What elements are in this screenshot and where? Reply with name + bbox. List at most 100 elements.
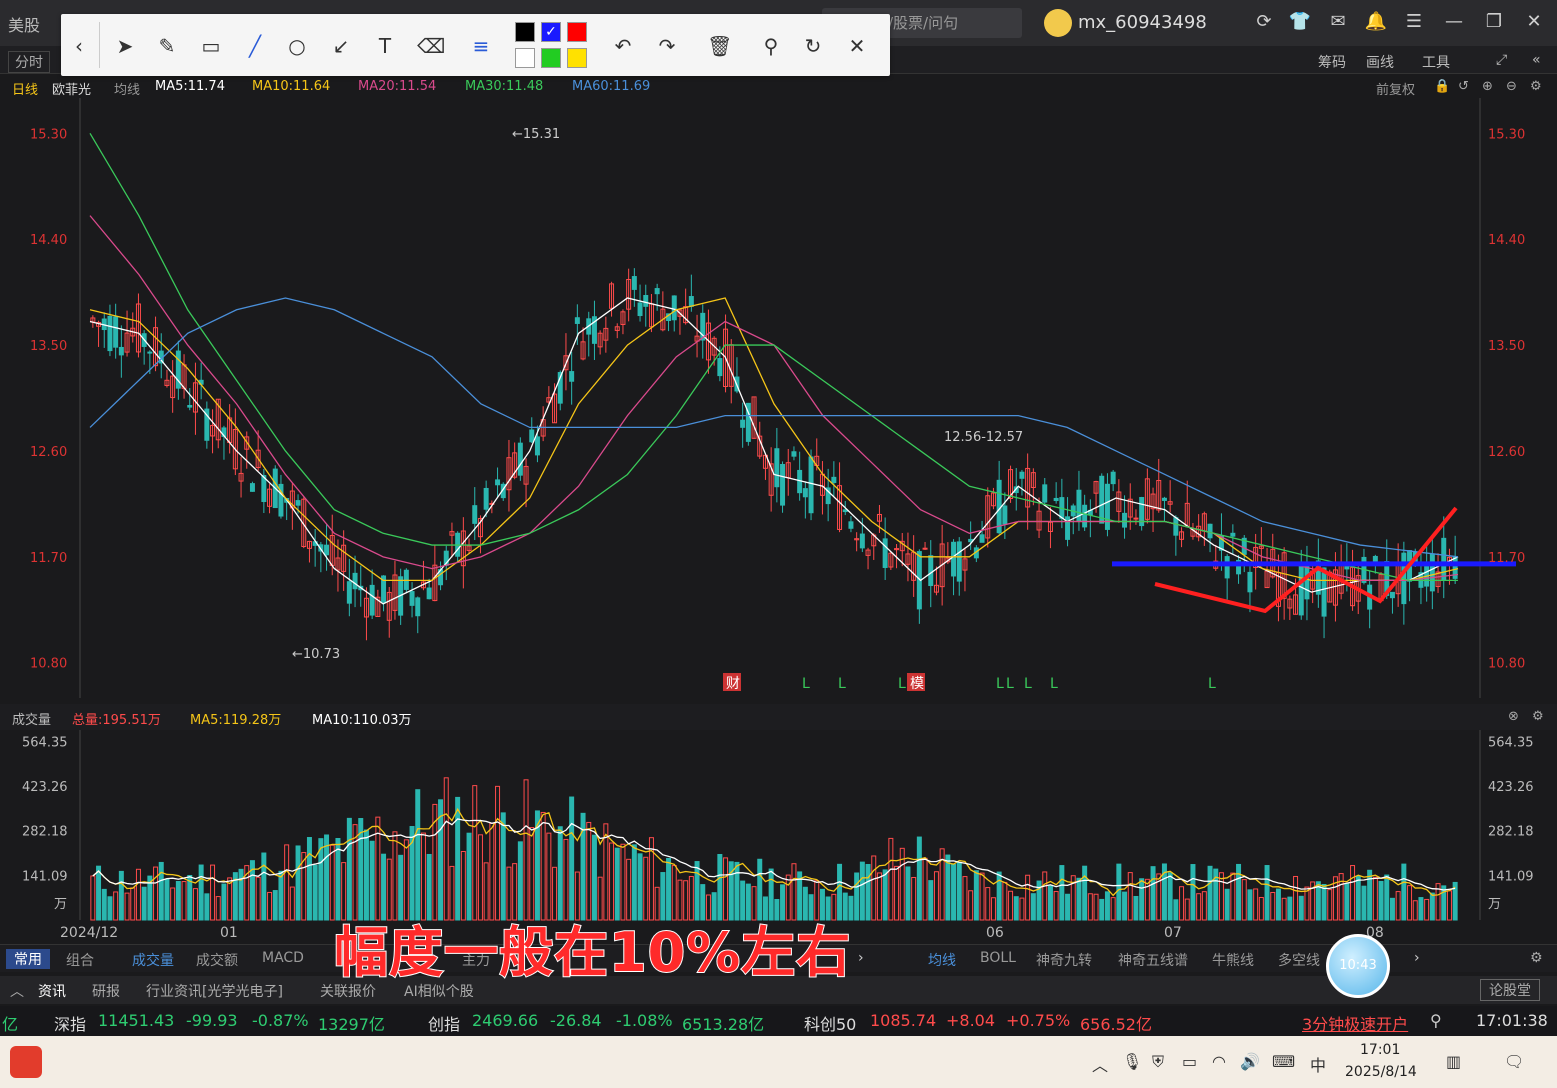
forum-button[interactable]: 论股堂 (1480, 979, 1540, 1001)
wifi-icon[interactable]: ◠ (1212, 1052, 1226, 1071)
redo-icon[interactable]: ↷ (655, 34, 679, 58)
tab-magic-five[interactable]: 神奇五线谱 (1118, 950, 1188, 970)
rect-icon[interactable]: ▭ (199, 34, 223, 58)
vol-tick-left: 564.35 (22, 735, 68, 750)
color-swatch-green[interactable] (541, 48, 561, 68)
volume-bar (363, 829, 369, 921)
next-arrow-icon[interactable]: › (858, 950, 864, 966)
color-swatch-yellow[interactable] (567, 48, 587, 68)
period-label[interactable]: 日线 (12, 79, 38, 98)
open-account-link[interactable]: 3分钟极速开户 (1302, 1011, 1408, 1035)
line-style-icon[interactable]: ≡ (469, 34, 493, 58)
menu-icon[interactable]: ☰ (1402, 10, 1426, 34)
tab-intraday[interactable]: 分时 (8, 51, 50, 73)
mail-icon[interactable]: ✉ (1326, 10, 1350, 34)
bell-icon[interactable]: 🔔 (1364, 10, 1388, 34)
tab-long-short[interactable]: 多空线 (1278, 950, 1320, 970)
tab-magic-nine[interactable]: 神奇九转 (1036, 950, 1092, 970)
delete-icon[interactable]: 🗑 (707, 34, 732, 58)
tab-volume[interactable]: 成交量 (132, 950, 174, 970)
chevron-up-icon[interactable]: ︿ (1092, 1052, 1108, 1076)
color-swatch-black[interactable] (515, 22, 535, 42)
volume-icon[interactable]: 🔊 (1240, 1052, 1260, 1071)
back-icon[interactable]: ‹ (67, 34, 91, 58)
event-marker: 模 (910, 676, 924, 692)
tab-research[interactable]: 研报 (92, 981, 120, 1001)
notification-icon[interactable]: 🗨 (1504, 1052, 1524, 1071)
settings-icon[interactable]: ⚙ (1532, 709, 1544, 724)
tab-combo[interactable]: 组合 (66, 950, 94, 970)
tab-news[interactable]: 资讯 (38, 981, 66, 1001)
user-name[interactable]: mx_60943498 (1078, 12, 1207, 33)
tools-button[interactable]: 工具 (1422, 52, 1450, 72)
text-icon[interactable]: T (373, 34, 397, 58)
search-icon[interactable]: ⚲ (1430, 1011, 1442, 1030)
draw-line-button[interactable]: 画线 (1366, 52, 1394, 72)
tab-ma[interactable]: 均线 (928, 950, 956, 970)
settings-icon[interactable]: ⚙ (1530, 79, 1542, 94)
volume-bar (90, 875, 96, 921)
eraser-icon[interactable]: ⌫ (417, 34, 445, 58)
tab-bull-bear[interactable]: 牛熊线 (1212, 950, 1254, 970)
candle-body (1082, 504, 1088, 528)
minimize-icon[interactable]: — (1442, 10, 1466, 34)
collapse-up-icon[interactable]: ︿ (10, 981, 24, 1001)
taskbar-date[interactable]: 2025/8/14 (1345, 1064, 1417, 1080)
volume-bar (859, 861, 865, 921)
close-icon[interactable]: ✕ (1522, 10, 1546, 34)
app-taskbar-icon[interactable] (10, 1046, 42, 1078)
refresh-icon[interactable]: ⟳ (1252, 10, 1276, 34)
zoom-out-icon[interactable]: ⊖ (1506, 79, 1517, 94)
tab-us-stocks[interactable]: 美股 (8, 12, 40, 36)
color-swatch-blue[interactable]: ✓ (541, 22, 561, 42)
color-swatch-red[interactable] (567, 22, 587, 42)
ma-label[interactable]: 均线 (114, 79, 140, 98)
avatar[interactable] (1044, 9, 1072, 37)
rotate-icon[interactable]: ↻ (801, 34, 825, 58)
kc-name[interactable]: 科创50 (804, 1011, 856, 1035)
adjust-label[interactable]: 前复权 (1376, 79, 1415, 98)
shirt-icon[interactable]: 👕 (1288, 10, 1312, 34)
pen-icon[interactable]: ✎ (155, 34, 179, 58)
taskbar-time[interactable]: 17:01 (1360, 1042, 1400, 1058)
keyboard-icon[interactable]: ⌨ (1272, 1052, 1295, 1071)
tab-macd[interactable]: MACD (262, 950, 304, 966)
zoom-in-icon[interactable]: ⊕ (1482, 79, 1493, 94)
zoom-icon[interactable]: ⚲ (759, 34, 783, 58)
candle-body (654, 288, 660, 295)
volume-bar (1133, 895, 1139, 921)
arrow-icon[interactable]: ↙ (329, 34, 353, 58)
collapse-icon[interactable]: « (1532, 52, 1541, 68)
close-icon[interactable]: ✕ (845, 34, 869, 58)
volume-bar (1065, 893, 1071, 921)
tab-common[interactable]: 常用 (6, 949, 50, 969)
lock-icon[interactable]: 🔒 (1434, 79, 1450, 94)
tab-turnover[interactable]: 成交额 (196, 950, 238, 970)
undo-icon[interactable]: ↺ (1458, 79, 1469, 94)
sz-name[interactable]: 深指 (54, 1011, 86, 1035)
restore-icon[interactable]: ❐ (1482, 10, 1506, 34)
candlestick-chart[interactable]: ←15.31←10.7312.56-12.57财 L L L 模 L L L L L 15.30 1… (0, 98, 1557, 704)
battery-icon[interactable]: ▭ (1182, 1052, 1197, 1071)
floating-clock-widget[interactable]: 10:43 (1326, 934, 1390, 998)
circle-icon[interactable]: ○ (285, 34, 309, 58)
chips-button[interactable]: 筹码 (1318, 52, 1346, 72)
volume-bar (192, 888, 198, 921)
stats-icon[interactable]: ▥ (1446, 1052, 1461, 1071)
microphone-icon[interactable]: 🎙 (1122, 1052, 1142, 1071)
cy-name[interactable]: 创指 (428, 1011, 460, 1035)
expand-icon[interactable]: ⤢ (1496, 52, 1507, 68)
line-icon[interactable]: ╱ (243, 34, 267, 58)
tab-industry-news[interactable]: 行业资讯[光学光电子] (146, 981, 283, 1001)
volume-bar (1241, 879, 1247, 921)
shield-icon[interactable]: ⛨ (1152, 1052, 1164, 1072)
settings-icon[interactable]: ⚙ (1530, 950, 1543, 966)
pointer-icon[interactable]: ➤ (113, 34, 137, 58)
volume-bar (1218, 872, 1224, 921)
color-swatch-white[interactable] (515, 48, 535, 68)
next-arrow-icon[interactable]: › (1414, 950, 1420, 966)
ime-icon[interactable]: 中 (1310, 1052, 1326, 1076)
tab-boll[interactable]: BOLL (980, 950, 1016, 966)
close-panel-icon[interactable]: ⊗ (1508, 709, 1519, 724)
undo-icon[interactable]: ↶ (611, 34, 635, 58)
